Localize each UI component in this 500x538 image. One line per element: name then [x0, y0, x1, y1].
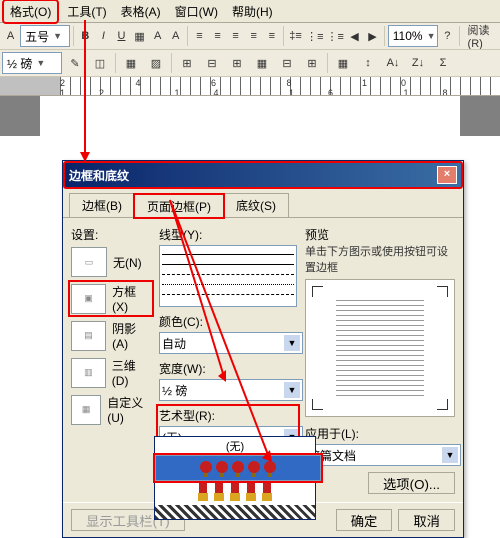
- settings-label: 设置:: [71, 226, 151, 243]
- color-label: 颜色(C):: [159, 313, 297, 330]
- highlight-button[interactable]: A: [167, 24, 184, 48]
- autoformat-button[interactable]: ▦: [331, 51, 355, 75]
- options-button[interactable]: 选项(O)...: [368, 472, 455, 494]
- insert-table-button[interactable]: ⊞: [175, 51, 199, 75]
- font-size-select[interactable]: 五号▼: [20, 25, 70, 47]
- outdent-button[interactable]: ◀: [346, 24, 363, 48]
- line-type-label: 线型(Y):: [159, 226, 297, 243]
- align-center-button[interactable]: ≡: [209, 24, 226, 48]
- toolbar-formatting: A 五号▼ B I U ▦ A A ≡ ≡ ≡ ≡ ≡ ‡≡ ⋮≡ ⋮≡ ◀ ▶…: [0, 23, 500, 50]
- bold-button[interactable]: B: [77, 24, 94, 48]
- dialog-titlebar[interactable]: 边框和底纹 ×: [63, 161, 463, 189]
- menu-format[interactable]: 格式(O): [2, 0, 59, 24]
- merge-cells-button[interactable]: ⊟: [200, 51, 224, 75]
- toolbar-tables-borders: ½ 磅▼ ✎ ◫ ▦ ▨ ⊞ ⊟ ⊞ ▦ ⊟ ⊞ ▦ ↕ A↓ Z↓ Σ: [0, 50, 500, 77]
- art-option-ornament[interactable]: [155, 481, 315, 505]
- menu-table[interactable]: 表格(A): [115, 1, 167, 22]
- cancel-button[interactable]: 取消: [398, 509, 455, 531]
- color-select[interactable]: 自动▼: [159, 332, 303, 354]
- line-weight-select[interactable]: ½ 磅▼: [2, 52, 62, 74]
- indent-button[interactable]: ▶: [364, 24, 381, 48]
- dialog-title: 边框和底纹: [69, 167, 129, 184]
- preview-box[interactable]: [305, 279, 455, 417]
- align-cells-button[interactable]: ▦: [250, 51, 274, 75]
- align-right-button[interactable]: ≡: [227, 24, 244, 48]
- help-button[interactable]: ?: [439, 24, 456, 48]
- tab-borders[interactable]: 边框(B): [69, 193, 135, 217]
- line-spacing-button[interactable]: ‡≡: [287, 24, 304, 48]
- numbering-button[interactable]: ⋮≡: [305, 24, 324, 48]
- art-label: 艺术型(R):: [159, 407, 297, 424]
- menu-window[interactable]: 窗口(W): [169, 1, 224, 22]
- border-style-button[interactable]: ▦: [119, 51, 143, 75]
- sort-asc-button[interactable]: A↓: [381, 51, 405, 75]
- ok-button[interactable]: 确定: [336, 509, 393, 531]
- border-button[interactable]: ▦: [131, 24, 148, 48]
- settings-column: 设置: ▭无(N) ▣方框(X) ▤阴影(A) ▥三维(D) ▦自定义(U): [71, 226, 151, 494]
- art-option-lanterns[interactable]: [155, 455, 321, 481]
- read-button[interactable]: 阅读(R): [463, 24, 499, 48]
- setting-3d[interactable]: ▥三维(D): [71, 357, 151, 388]
- preview-column: 预览 单击下方图示或使用按钮可设置边框 应用于(L): 整篇文档▼ 选项(O).…: [305, 226, 455, 494]
- draw-table-button[interactable]: ✎: [63, 51, 87, 75]
- sort-desc-button[interactable]: Z↓: [406, 51, 430, 75]
- underline-button[interactable]: U: [113, 24, 130, 48]
- art-dropdown-list[interactable]: (无): [154, 436, 316, 520]
- style-dropdown[interactable]: A: [2, 24, 19, 48]
- shading-button[interactable]: ▨: [144, 51, 168, 75]
- menu-help[interactable]: 帮助(H): [226, 1, 279, 22]
- preview-label: 预览: [305, 226, 455, 243]
- char-border-button[interactable]: A: [149, 24, 166, 48]
- apply-to-label: 应用于(L):: [305, 425, 455, 442]
- menu-bar: 格式(O) 工具(T) 表格(A) 窗口(W) 帮助(H): [0, 0, 500, 23]
- split-cells-button[interactable]: ⊞: [225, 51, 249, 75]
- distribute-button[interactable]: ≡: [263, 24, 280, 48]
- align-justify-button[interactable]: ≡: [245, 24, 262, 48]
- autosum-button[interactable]: Σ: [431, 51, 455, 75]
- tab-page-border[interactable]: 页面边框(P): [134, 194, 224, 218]
- horizontal-ruler: 2 4 6 8 10 12 14 16 18 20 22 24 26 28 30: [0, 77, 500, 96]
- eraser-button[interactable]: ◫: [88, 51, 112, 75]
- tab-shading[interactable]: 底纹(S): [223, 193, 289, 217]
- distribute-cols-button[interactable]: ⊞: [300, 51, 324, 75]
- width-select[interactable]: ½ 磅▼: [159, 379, 303, 401]
- setting-box[interactable]: ▣方框(X): [71, 283, 151, 314]
- menu-tools[interactable]: 工具(T): [61, 1, 112, 22]
- italic-button[interactable]: I: [95, 24, 112, 48]
- apply-to-select[interactable]: 整篇文档▼: [305, 444, 461, 466]
- setting-custom[interactable]: ▦自定义(U): [71, 394, 151, 425]
- line-type-list[interactable]: [159, 245, 297, 307]
- setting-none[interactable]: ▭无(N): [71, 247, 151, 277]
- art-option-pattern[interactable]: [155, 505, 315, 519]
- preview-hint: 单击下方图示或使用按钮可设置边框: [305, 243, 455, 275]
- zoom-select[interactable]: 110%▼: [388, 25, 438, 47]
- setting-shadow[interactable]: ▤阴影(A): [71, 320, 151, 351]
- dialog-tabs: 边框(B) 页面边框(P) 底纹(S): [63, 189, 463, 218]
- align-left-button[interactable]: ≡: [191, 24, 208, 48]
- art-option-none[interactable]: (无): [155, 437, 315, 455]
- text-direction-button[interactable]: ↕: [356, 51, 380, 75]
- document-area: [0, 96, 500, 136]
- bullets-button[interactable]: ⋮≡: [326, 24, 345, 48]
- close-button[interactable]: ×: [437, 166, 457, 184]
- width-label: 宽度(W):: [159, 360, 297, 377]
- distribute-rows-button[interactable]: ⊟: [275, 51, 299, 75]
